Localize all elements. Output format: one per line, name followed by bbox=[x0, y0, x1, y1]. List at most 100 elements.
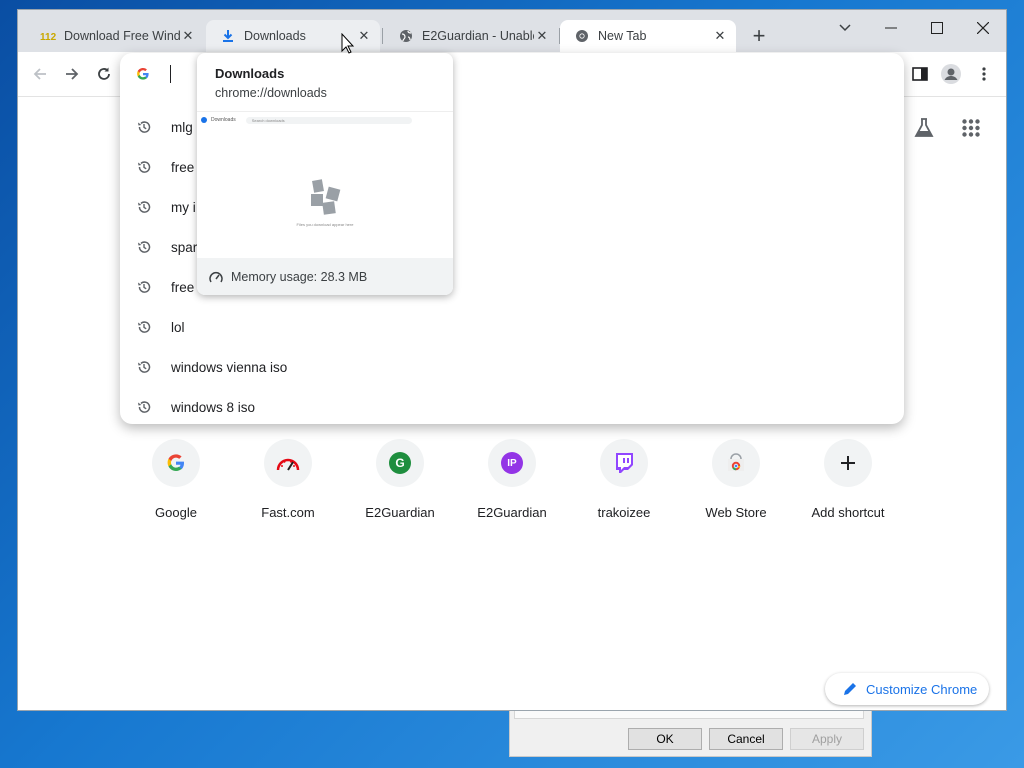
profile-button[interactable] bbox=[941, 64, 961, 84]
shortcut-add[interactable]: Add shortcut bbox=[793, 439, 903, 520]
thumbnail-empty-text: Files you download appear here bbox=[296, 222, 354, 227]
tab-search-button[interactable] bbox=[825, 14, 865, 42]
history-icon bbox=[136, 319, 152, 335]
pencil-icon bbox=[843, 682, 857, 696]
globe-icon bbox=[398, 28, 414, 44]
tab-separator bbox=[559, 28, 560, 44]
close-window-button[interactable] bbox=[963, 14, 1003, 42]
maximize-icon bbox=[931, 22, 943, 34]
close-tab-icon[interactable]: ✕ bbox=[180, 28, 196, 44]
tab-new-tab[interactable]: New Tab ✕ bbox=[560, 20, 736, 52]
hover-card-thumbnail: Downloads Search downloads Files you dow… bbox=[197, 111, 453, 258]
labs-button[interactable] bbox=[913, 117, 935, 139]
gauge-icon bbox=[209, 271, 223, 283]
tab-title: New Tab bbox=[598, 29, 647, 43]
suggestion-item[interactable]: windows 8 iso bbox=[120, 387, 904, 427]
history-icon bbox=[136, 119, 152, 135]
hover-card-url: chrome://downloads bbox=[215, 86, 327, 100]
google-icon bbox=[152, 439, 200, 487]
tab-title: Downloads bbox=[244, 29, 306, 43]
suggestion-item[interactable]: windows vienna iso bbox=[120, 347, 904, 387]
shortcut-web-store[interactable]: Web Store bbox=[681, 439, 791, 520]
flask-icon bbox=[914, 118, 934, 137]
history-icon bbox=[136, 239, 152, 255]
shortcut-google[interactable]: Google bbox=[121, 439, 231, 520]
google-icon bbox=[136, 67, 152, 83]
maximize-button[interactable] bbox=[917, 14, 957, 42]
history-icon bbox=[136, 279, 152, 295]
side-panel-icon bbox=[912, 67, 928, 81]
shortcut-label: trakoizee bbox=[597, 505, 651, 520]
thumbnail-header: Downloads Search downloads bbox=[201, 115, 449, 125]
memory-usage-bar: Memory usage: 28.3 MB bbox=[197, 258, 453, 295]
download-icon bbox=[220, 28, 236, 44]
customize-chrome-label: Customize Chrome bbox=[866, 681, 978, 697]
shortcut-e2guardian-2[interactable]: IP E2Guardian bbox=[457, 439, 567, 520]
tab-title: E2Guardian - Unable bbox=[422, 29, 534, 43]
web-store-icon bbox=[712, 439, 760, 487]
suggestion-text: windows vienna iso bbox=[171, 359, 288, 375]
shortcut-label: Google bbox=[155, 505, 197, 520]
suggestion-text: free bbox=[171, 279, 195, 295]
minimize-button[interactable] bbox=[871, 14, 911, 42]
tab-download-free-windows[interactable]: 112 Download Free Wind ✕ bbox=[26, 20, 204, 52]
customize-chrome-button[interactable]: Customize Chrome bbox=[825, 673, 989, 705]
omnibox-input[interactable] bbox=[170, 65, 171, 83]
cancel-button[interactable]: Cancel bbox=[709, 728, 783, 750]
suggestion-text: free bbox=[171, 159, 195, 175]
shortcut-label: Add shortcut bbox=[811, 505, 885, 520]
letter-g-icon: G bbox=[376, 439, 424, 487]
shortcut-label: Fast.com bbox=[261, 505, 315, 520]
reload-button[interactable] bbox=[94, 64, 114, 84]
history-icon bbox=[136, 159, 152, 175]
shortcut-trakoizee[interactable]: trakoizee bbox=[569, 439, 679, 520]
tab-title: Download Free Wind bbox=[64, 29, 180, 43]
shortcut-label: E2Guardian bbox=[365, 505, 435, 520]
tab-e2guardian[interactable]: E2Guardian - Unable ✕ bbox=[384, 20, 558, 52]
side-panel-button[interactable] bbox=[910, 64, 930, 84]
speedometer-icon bbox=[264, 439, 312, 487]
thumbnail-logo bbox=[201, 117, 207, 123]
suggestion-text: spar bbox=[171, 239, 198, 255]
forward-arrow-icon bbox=[66, 68, 79, 80]
back-button[interactable] bbox=[30, 64, 50, 84]
reload-icon bbox=[98, 67, 110, 80]
apps-grid-icon bbox=[962, 119, 980, 137]
mouse-cursor-icon bbox=[341, 33, 355, 54]
chrome-icon bbox=[574, 28, 590, 44]
apps-button[interactable] bbox=[962, 119, 980, 137]
thumbnail-search: Search downloads bbox=[245, 116, 412, 124]
112-logo-icon: 112 bbox=[40, 28, 56, 44]
minimize-icon bbox=[885, 27, 897, 29]
suggestion-text: lol bbox=[171, 319, 185, 335]
menu-button[interactable] bbox=[974, 64, 994, 84]
ip-icon: IP bbox=[488, 439, 536, 487]
history-icon bbox=[136, 399, 152, 415]
suggestion-text: my i bbox=[171, 199, 196, 215]
suggestion-text: windows 8 iso bbox=[171, 399, 256, 415]
back-arrow-icon bbox=[33, 68, 46, 80]
background-dialog: OK Cancel Apply bbox=[509, 705, 872, 757]
suggestion-item[interactable]: lol bbox=[120, 307, 904, 347]
memory-usage-text: Memory usage: 28.3 MB bbox=[231, 269, 368, 284]
close-tab-icon[interactable]: ✕ bbox=[356, 28, 372, 44]
twitch-icon bbox=[600, 439, 648, 487]
empty-downloads-icon bbox=[307, 178, 343, 218]
close-tab-icon[interactable]: ✕ bbox=[534, 28, 550, 44]
shortcut-label: E2Guardian bbox=[477, 505, 547, 520]
ok-button[interactable]: OK bbox=[628, 728, 702, 750]
history-icon bbox=[136, 199, 152, 215]
forward-button[interactable] bbox=[62, 64, 82, 84]
chevron-down-icon bbox=[839, 24, 851, 32]
profile-avatar-icon bbox=[941, 64, 961, 84]
shortcut-fast-com[interactable]: Fast.com bbox=[233, 439, 343, 520]
thumbnail-title: Downloads bbox=[211, 117, 236, 123]
hover-card-title: Downloads bbox=[215, 66, 285, 81]
close-tab-icon[interactable]: ✕ bbox=[712, 28, 728, 44]
kebab-menu-icon bbox=[982, 67, 986, 81]
apply-button[interactable]: Apply bbox=[790, 728, 864, 750]
new-tab-button[interactable]: + bbox=[748, 25, 770, 48]
shortcut-e2guardian-1[interactable]: G E2Guardian bbox=[345, 439, 455, 520]
svg-text:112: 112 bbox=[40, 32, 56, 42]
close-icon bbox=[977, 22, 989, 34]
